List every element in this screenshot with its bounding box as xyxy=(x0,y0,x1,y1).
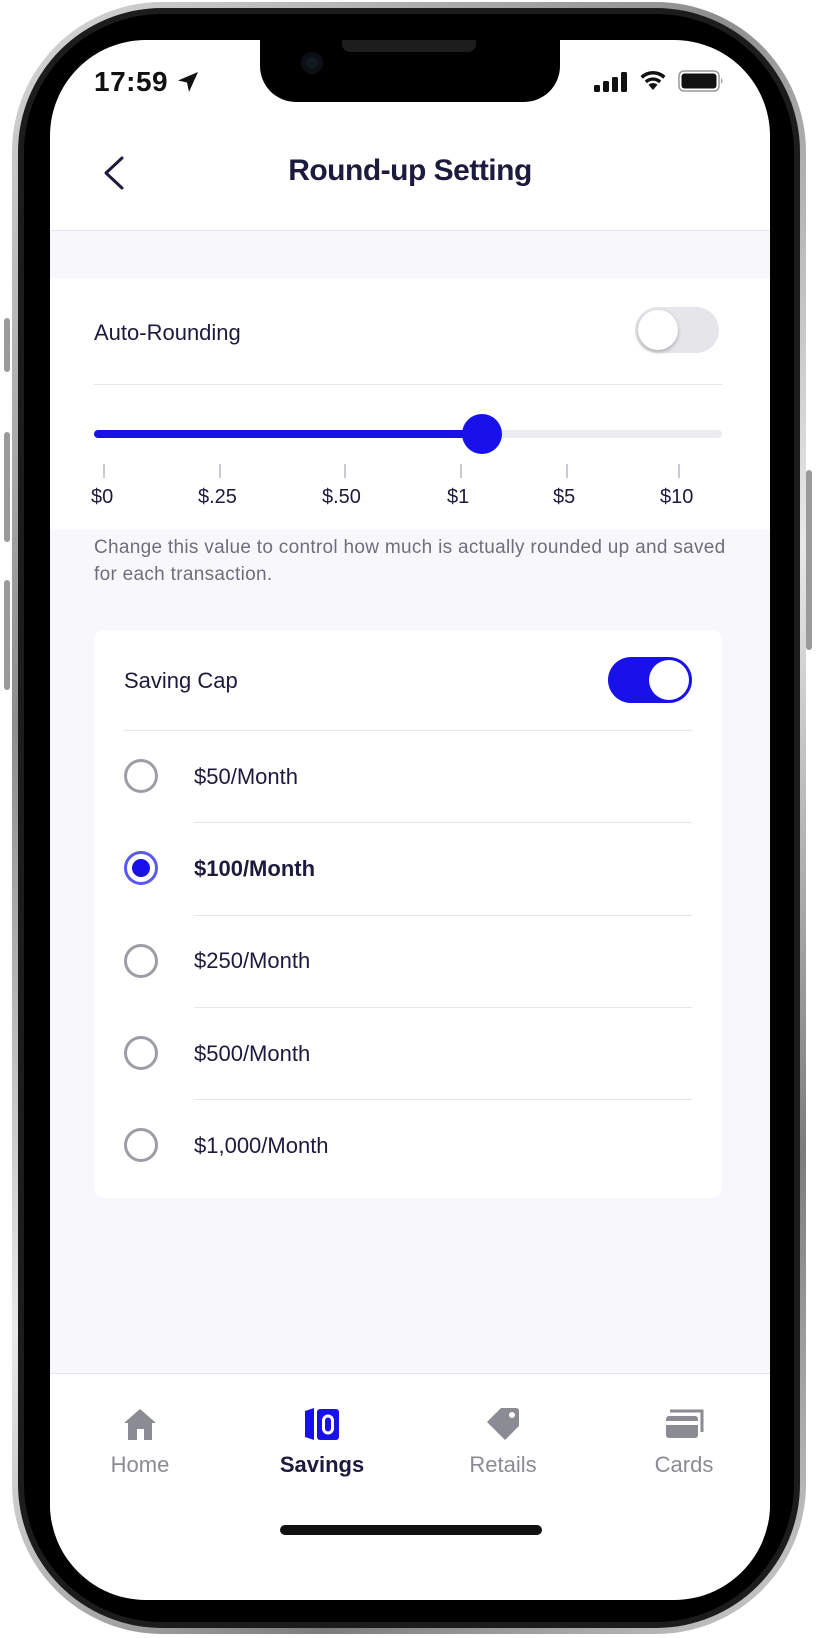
cap-option-250-label[interactable]: $250/Month xyxy=(194,948,310,974)
slider-tick xyxy=(219,464,221,478)
cap-option-50-label[interactable]: $50/Month xyxy=(194,764,298,790)
cap-option-500-radio[interactable] xyxy=(124,1036,158,1070)
tag-icon xyxy=(487,1408,519,1440)
option-divider xyxy=(194,915,692,916)
slider-tick xyxy=(103,464,105,478)
volume-down-button xyxy=(4,580,10,690)
tab-home[interactable]: Home xyxy=(50,1404,230,1478)
roundup-help-text: Change this value to control how much is… xyxy=(94,537,726,585)
option-divider xyxy=(194,1007,692,1008)
saving-cap-divider xyxy=(124,730,692,731)
cards-icon xyxy=(666,1409,704,1438)
auto-rounding-toggle[interactable] xyxy=(635,307,719,353)
saving-cap-toggle[interactable] xyxy=(608,657,692,703)
slider-tick xyxy=(344,464,346,478)
toggle-knob xyxy=(638,310,678,350)
tab-savings-label: Savings xyxy=(279,1452,365,1477)
saving-cap-card xyxy=(94,630,722,1198)
option-divider xyxy=(194,822,692,823)
cap-option-250-radio[interactable] xyxy=(124,944,158,978)
slider-tick-label: $10 xyxy=(660,486,694,508)
cap-option-500-label[interactable]: $500/Month xyxy=(194,1041,310,1067)
slider-tick-label: $0 xyxy=(91,486,114,508)
mute-switch xyxy=(4,318,10,372)
saving-cap-label: Saving Cap xyxy=(124,668,238,693)
home-indicator xyxy=(280,1525,542,1535)
auto-rounding-label: Auto-Rounding xyxy=(94,320,241,345)
option-divider xyxy=(194,1099,692,1100)
savings-icon xyxy=(305,1408,339,1440)
slider-tick xyxy=(566,464,568,478)
auto-rounding-divider xyxy=(94,384,722,385)
slider-tick-label: $1 xyxy=(447,486,470,508)
tab-retails-label: Retails xyxy=(469,1452,537,1477)
tab-savings[interactable]: Savings xyxy=(232,1404,412,1478)
roundup-slider-fill xyxy=(94,430,482,438)
radio-selected-dot xyxy=(132,859,150,877)
roundup-slider-thumb[interactable] xyxy=(462,414,502,454)
cap-option-100-label[interactable]: $100/Month xyxy=(194,856,315,882)
cap-option-100-radio[interactable] xyxy=(124,851,158,885)
slider-tick xyxy=(460,464,462,478)
tab-cards-label: Cards xyxy=(654,1452,714,1477)
tab-home-label: Home xyxy=(110,1452,170,1477)
power-button xyxy=(806,470,812,650)
tab-retails[interactable]: Retails xyxy=(413,1404,593,1478)
toggle-knob xyxy=(649,660,689,700)
tab-cards[interactable]: Cards xyxy=(594,1404,770,1478)
cap-option-1000-radio[interactable] xyxy=(124,1128,158,1162)
volume-up-button xyxy=(4,432,10,542)
screen-content: Auto-Rounding $0 $.25 $.50 $1 $5 $10 Cha… xyxy=(50,40,770,1600)
slider-tick-label: $5 xyxy=(553,486,576,508)
cap-option-1000-label[interactable]: $1,000/Month xyxy=(194,1133,329,1159)
slider-tick-label: $.50 xyxy=(322,486,361,508)
slider-tick-label: $.25 xyxy=(198,486,237,508)
cap-option-50-radio[interactable] xyxy=(124,759,158,793)
slider-tick xyxy=(678,464,680,478)
house-icon xyxy=(124,1409,156,1440)
